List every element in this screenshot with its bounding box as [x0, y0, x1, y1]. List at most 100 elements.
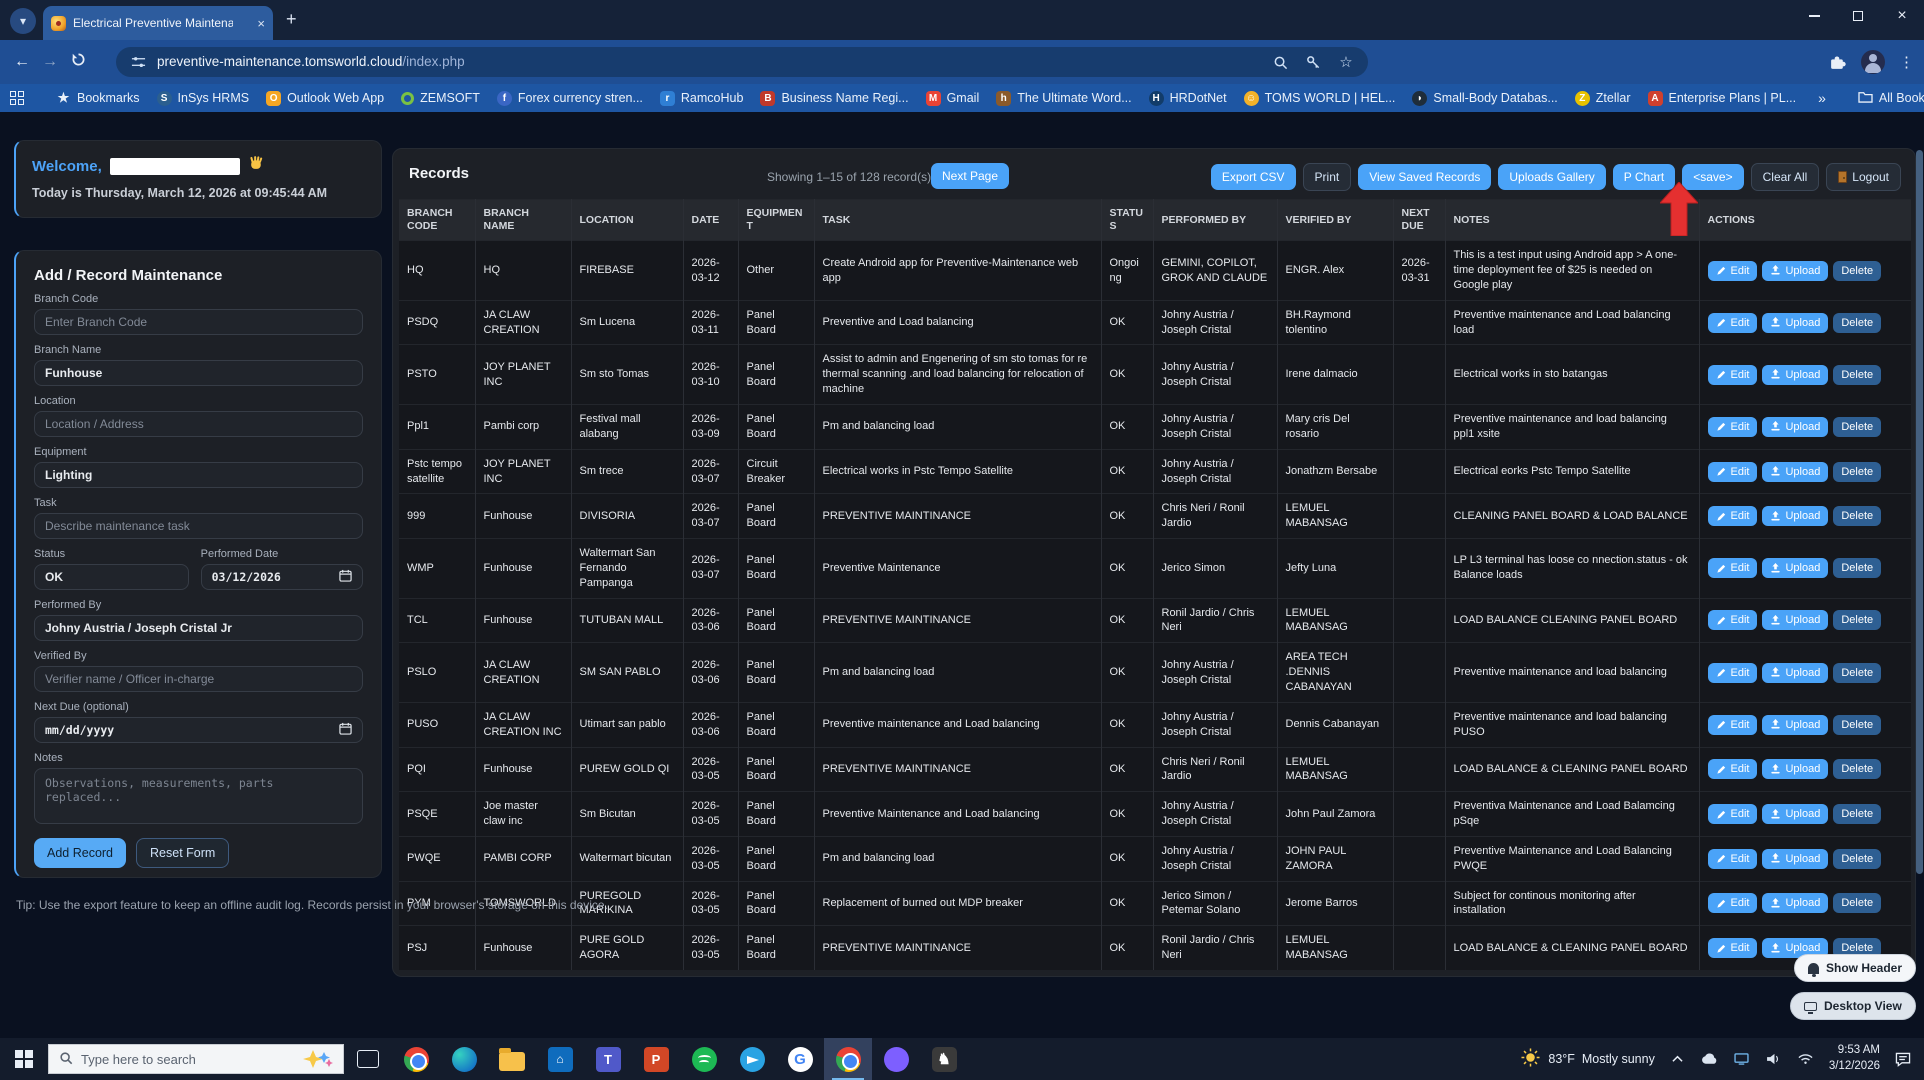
clear-all-button[interactable]: Clear All [1751, 163, 1820, 191]
scrollbar-thumb[interactable] [1916, 150, 1923, 874]
copilot-sparkle-icon[interactable] [303, 1049, 333, 1069]
delete-button[interactable]: Delete [1833, 365, 1881, 385]
site-info-icon[interactable] [128, 52, 148, 72]
desktop-view-button[interactable]: Desktop View [1790, 992, 1916, 1020]
taskbar-clock[interactable]: 9:53 AM 3/12/2026 [1829, 1043, 1880, 1074]
start-button[interactable] [0, 1050, 48, 1068]
delete-button[interactable]: Delete [1833, 663, 1881, 683]
branch-code-input[interactable]: Enter Branch Code [34, 309, 363, 335]
chess-taskbar-button[interactable]: ♞ [920, 1038, 968, 1080]
upload-button[interactable]: Upload [1762, 417, 1828, 437]
action-center-icon[interactable] [1894, 1052, 1912, 1067]
delete-button[interactable]: Delete [1833, 759, 1881, 779]
tray-expand-icon[interactable] [1669, 1055, 1687, 1063]
window-maximize-button[interactable] [1836, 0, 1880, 32]
edit-button[interactable]: Edit [1708, 365, 1758, 385]
upload-button[interactable]: Upload [1762, 759, 1828, 779]
chrome-taskbar-button[interactable] [392, 1038, 440, 1080]
teams-taskbar-button[interactable]: T [584, 1038, 632, 1080]
telegram-taskbar-button[interactable] [728, 1038, 776, 1080]
spotify-taskbar-button[interactable] [680, 1038, 728, 1080]
next-due-input[interactable]: mm/dd/yyyy [34, 717, 363, 743]
bookmark-ramcohub[interactable]: rRamcoHub [660, 91, 744, 106]
welcome-name-input[interactable] [110, 158, 240, 175]
view-saved-records-button[interactable]: View Saved Records [1358, 164, 1491, 190]
bookmark-zemsoft[interactable]: ZEMSOFT [401, 91, 480, 105]
file-explorer-taskbar-button[interactable] [488, 1038, 536, 1080]
password-key-icon[interactable] [1303, 52, 1323, 72]
bookmark-the-ultimate-word[interactable]: hThe Ultimate Word... [996, 91, 1131, 106]
taskbar-search-input[interactable]: Type here to search [48, 1044, 344, 1074]
delete-button[interactable]: Delete [1833, 610, 1881, 630]
edit-button[interactable]: Edit [1708, 261, 1758, 281]
bookmark-hrdotnet[interactable]: HHRDotNet [1149, 91, 1227, 106]
add-record-button[interactable]: Add Record [34, 838, 126, 868]
bookmark-ztellar[interactable]: ZZtellar [1575, 91, 1631, 106]
delete-button[interactable]: Delete [1833, 893, 1881, 913]
delete-button[interactable]: Delete [1833, 804, 1881, 824]
upload-button[interactable]: Upload [1762, 261, 1828, 281]
back-icon[interactable]: ← [8, 53, 36, 71]
bookmark-bookmarks[interactable]: ★Bookmarks [56, 91, 140, 106]
delete-button[interactable]: Delete [1833, 506, 1881, 526]
uploads-gallery-button[interactable]: Uploads Gallery [1498, 164, 1605, 190]
calendar-icon[interactable] [339, 722, 352, 738]
bookmark-enterprise-plans-pl[interactable]: AEnterprise Plans | PL... [1648, 91, 1797, 106]
notes-textarea[interactable]: Observations, measurements, parts replac… [34, 768, 363, 824]
delete-button[interactable]: Delete [1833, 313, 1881, 333]
url-bar[interactable]: preventive-maintenance.tomsworld.cloud/i… [116, 47, 1368, 77]
print-button[interactable]: Print [1303, 163, 1352, 191]
bookmark-toms-world-hel[interactable]: ☺TOMS WORLD | HEL... [1244, 91, 1396, 106]
window-minimize-button[interactable] [1792, 0, 1836, 32]
upload-button[interactable]: Upload [1762, 313, 1828, 333]
delete-button[interactable]: Delete [1833, 715, 1881, 735]
upload-button[interactable]: Upload [1762, 663, 1828, 683]
new-tab-button[interactable]: + [286, 10, 297, 28]
search-icon[interactable] [1270, 52, 1290, 72]
bookmark-outlook-web-app[interactable]: OOutlook Web App [266, 91, 384, 106]
upload-button[interactable]: Upload [1762, 849, 1828, 869]
upload-button[interactable]: Upload [1762, 462, 1828, 482]
apps-grid-icon[interactable] [10, 91, 24, 105]
upload-button[interactable]: Upload [1762, 893, 1828, 913]
performed-by-input[interactable]: Johny Austria / Joseph Cristal Jr [34, 615, 363, 641]
display-cast-icon[interactable] [1733, 1053, 1751, 1065]
bookmark-small-body-databas[interactable]: ◗Small-Body Databas... [1412, 91, 1557, 106]
equipment-input[interactable]: Lighting [34, 462, 363, 488]
edit-button[interactable]: Edit [1708, 759, 1758, 779]
powerpoint-taskbar-button[interactable]: P [632, 1038, 680, 1080]
edit-button[interactable]: Edit [1708, 893, 1758, 913]
performed-date-input[interactable]: 03/12/2026 [201, 564, 363, 590]
show-header-button[interactable]: Show Header [1794, 954, 1916, 982]
onedrive-cloud-icon[interactable] [1701, 1053, 1719, 1065]
bookmarks-overflow-icon[interactable]: » [1818, 90, 1826, 106]
bookmark-insys-hrms[interactable]: SInSys HRMS [157, 91, 250, 106]
edit-button[interactable]: Edit [1708, 417, 1758, 437]
reset-form-button[interactable]: Reset Form [136, 838, 229, 868]
task-view-button[interactable] [344, 1038, 392, 1080]
edit-button[interactable]: Edit [1708, 610, 1758, 630]
tab-close-icon[interactable]: × [257, 16, 265, 31]
branch-name-input[interactable]: Funhouse [34, 360, 363, 386]
edit-button[interactable]: Edit [1708, 804, 1758, 824]
upload-button[interactable]: Upload [1762, 365, 1828, 385]
delete-button[interactable]: Delete [1833, 849, 1881, 869]
forward-icon[interactable]: → [36, 53, 64, 71]
delete-button[interactable]: Delete [1833, 417, 1881, 437]
tab-search-icon[interactable]: ▾ [10, 8, 36, 34]
taskbar-weather[interactable]: 83°F Mostly sunny [1521, 1048, 1654, 1070]
delete-button[interactable]: Delete [1833, 261, 1881, 281]
bookmark-business-name-regi[interactable]: BBusiness Name Regi... [760, 91, 908, 106]
edit-button[interactable]: Edit [1708, 506, 1758, 526]
location-input[interactable]: Location / Address [34, 411, 363, 437]
extensions-icon[interactable] [1827, 52, 1847, 72]
menu-dots-icon[interactable]: ⋮ [1899, 53, 1914, 71]
edit-button[interactable]: Edit [1708, 462, 1758, 482]
status-input[interactable]: OK [34, 564, 189, 590]
reload-icon[interactable] [64, 52, 92, 72]
network-wifi-icon[interactable] [1797, 1053, 1815, 1065]
chrome-active-taskbar-button[interactable] [824, 1038, 872, 1080]
edit-button[interactable]: Edit [1708, 558, 1758, 578]
edit-button[interactable]: Edit [1708, 313, 1758, 333]
next-page-button[interactable]: Next Page [931, 163, 1009, 189]
